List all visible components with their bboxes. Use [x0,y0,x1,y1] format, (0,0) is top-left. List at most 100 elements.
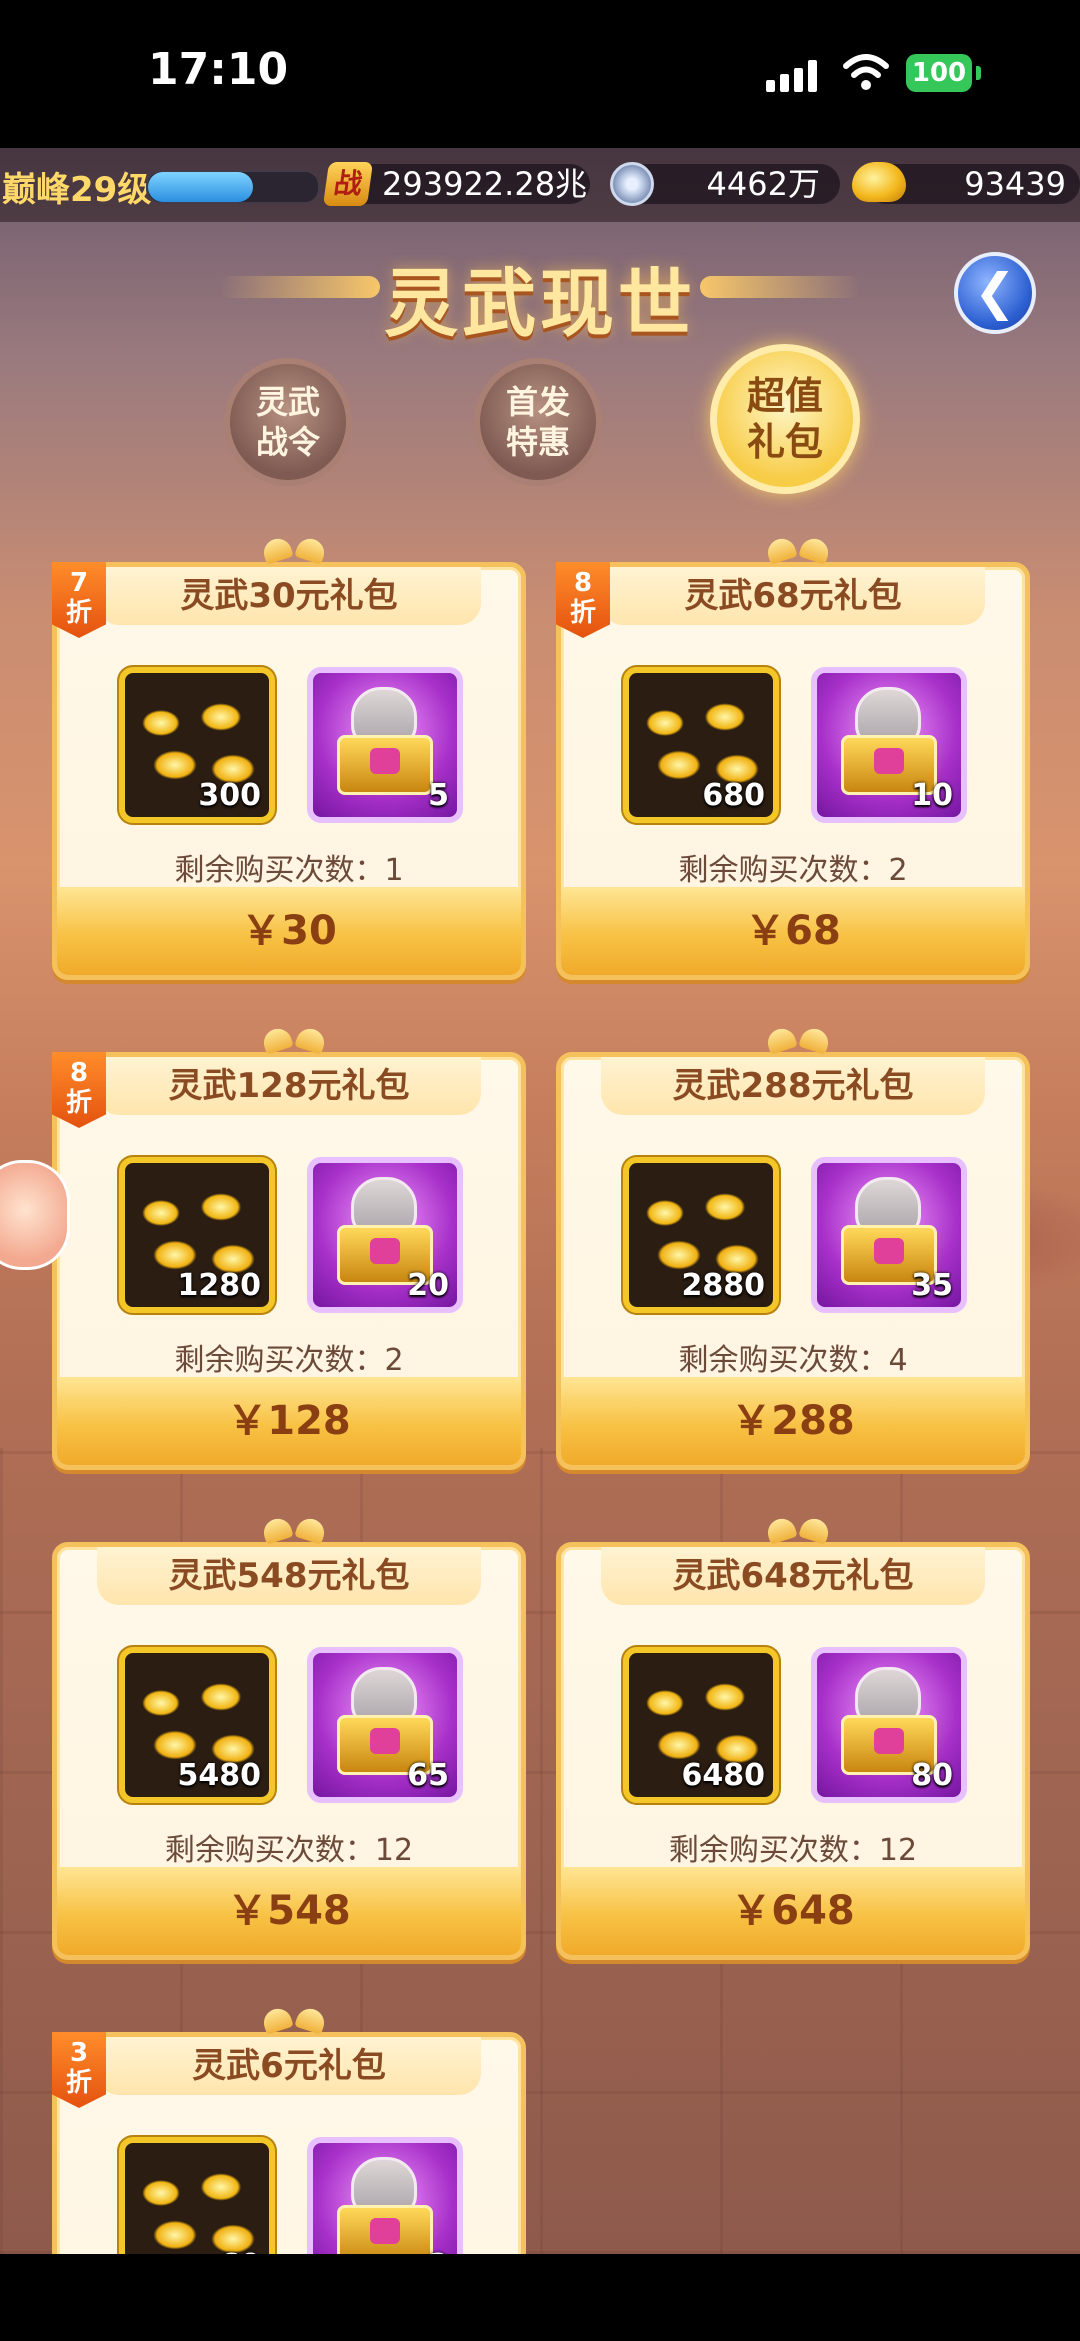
price-label: ￥68 [745,908,841,954]
pack-title: 灵武6元礼包 [192,2046,386,2086]
item-quantity: 35 [911,1268,953,1303]
pack-card[interactable]: 灵武6元礼包 3 折 60 2 [52,2032,526,2254]
top-hud: 巅峰29级 293922.28兆 战 4462万 93439 [0,148,1080,222]
card-chest-item[interactable]: 35 [811,1157,967,1313]
gold-ingot-item[interactable]: 6480 [623,1647,779,1803]
price-label: ￥548 [227,1888,351,1934]
item-quantity: 5 [428,778,449,813]
back-button[interactable]: ❮ [954,252,1036,334]
tab-first-release[interactable]: 首发 特惠 [474,358,602,486]
item-quantity: 80 [911,1758,953,1793]
battery-icon: 100 [906,54,972,92]
pack-title: 灵武288元礼包 [672,1066,914,1106]
card-chest-item[interactable]: 80 [811,1647,967,1803]
item-quantity: 1280 [177,1268,262,1303]
exp-bar [146,170,320,204]
buy-button[interactable]: ￥30 [57,887,521,975]
gold-ingot-item[interactable]: 5480 [119,1647,275,1803]
buy-button[interactable]: ￥68 [561,887,1025,975]
gold-ingot-item[interactable]: 300 [119,667,275,823]
tab-value-packs[interactable]: 超值 礼包 [710,344,860,494]
gold-ingot-item[interactable]: 2880 [623,1157,779,1313]
buy-button[interactable]: ￥648 [561,1867,1025,1955]
gold-ingot-item[interactable]: 60 [119,2137,275,2254]
exp-bar-fill [148,172,254,202]
gold-value: 93439 [964,165,1066,203]
ribbon-bow-icon [767,1023,829,1057]
page-title: 灵武现世 [384,261,696,347]
item-quantity: 65 [407,1758,449,1793]
price-label: ￥288 [731,1398,855,1444]
pack-header: 灵武548元礼包 [97,1547,481,1605]
card-chest-item[interactable]: 65 [307,1647,463,1803]
pack-card[interactable]: 灵武30元礼包 7 折 300 5 剩余购买次数：1 ￥30 [52,562,526,980]
ribbon-bow-icon [263,1023,325,1057]
pack-card[interactable]: 灵武128元礼包 8 折 1280 20 剩余购买次数：2 ￥128 [52,1052,526,1470]
price-label: ￥128 [227,1398,351,1444]
pack-header: 灵武288元礼包 [601,1057,985,1115]
item-quantity: 300 [198,778,261,813]
power-icon: 战 [322,162,374,206]
item-quantity: 20 [407,1268,449,1303]
power-pill: 293922.28兆 [340,164,590,204]
treasure-chest-icon [337,735,433,795]
pack-header: 灵武128元礼包 [97,1057,481,1115]
pack-card[interactable]: 灵武548元礼包 5480 65 剩余购买次数：12 ￥548 [52,1542,526,1960]
assistant-avatar[interactable] [0,1160,70,1270]
remaining-purchases: 剩余购买次数：12 [668,1833,918,1868]
treasure-chest-icon [337,2205,433,2254]
card-chest-item[interactable]: 20 [307,1157,463,1313]
battery-cap [976,66,981,80]
pack-card[interactable]: 灵武288元礼包 2880 35 剩余购买次数：4 ￥288 [556,1052,1030,1470]
pack-header: 灵武648元礼包 [601,1547,985,1605]
buy-button[interactable]: ￥548 [57,1867,521,1955]
remaining-purchases: 剩余购买次数：1 [174,853,404,888]
card-chest-item[interactable]: 5 [307,667,463,823]
item-quantity: 680 [702,778,765,813]
gold-ingot-item[interactable]: 1280 [119,1157,275,1313]
card-chest-item[interactable]: 10 [811,667,967,823]
remaining-purchases: 剩余购买次数：2 [174,1343,404,1378]
status-time: 17:10 [148,44,289,95]
ribbon-bow-icon [767,1513,829,1547]
wifi-icon [843,54,889,90]
remaining-purchases: 剩余购买次数：4 [678,1343,908,1378]
pack-title: 灵武68元礼包 [684,576,902,616]
silver-value: 4462万 [706,165,820,203]
item-quantity: 6480 [681,1758,766,1793]
tab-battle-pass[interactable]: 灵武 战令 [224,358,352,486]
status-bar: 17:10 100 [0,0,1080,148]
remaining-purchases: 剩余购买次数：2 [678,853,908,888]
gold-ingot-icon [852,162,906,202]
pack-header: 灵武68元礼包 [601,567,985,625]
item-quantity: 2880 [681,1268,766,1303]
price-label: ￥30 [241,908,337,954]
pack-card[interactable]: 灵武648元礼包 6480 80 剩余购买次数：12 ￥648 [556,1542,1030,1960]
card-chest-item[interactable]: 2 [307,2137,463,2254]
pack-title: 灵武648元礼包 [672,1556,914,1596]
pack-card[interactable]: 灵武68元礼包 8 折 680 10 剩余购买次数：2 ￥68 [556,562,1030,980]
ribbon-bow-icon [263,2003,325,2037]
discount-badge: 8 折 [52,1052,106,1128]
price-label: ￥648 [731,1888,855,1934]
pack-header: 灵武30元礼包 [97,567,481,625]
buy-button[interactable]: ￥288 [561,1377,1025,1465]
buy-button[interactable]: ￥128 [57,1377,521,1465]
pack-title: 灵武30元礼包 [180,576,398,616]
discount-badge: 8 折 [556,562,610,638]
discount-badge: 3 折 [52,2032,106,2108]
pack-title: 灵武128元礼包 [168,1066,410,1106]
pack-title: 灵武548元礼包 [168,1556,410,1596]
ribbon-bow-icon [263,1513,325,1547]
signal-icon [766,58,822,92]
level-label: 巅峰29级 [2,170,152,210]
ribbon-bow-icon [263,533,325,567]
back-arrow-icon: ❮ [974,263,1016,321]
game-screen: 巅峰29级 293922.28兆 战 4462万 93439 灵武现世 ❮ 灵武… [0,148,1080,2254]
gold-ingots-icon [131,2153,263,2254]
silver-pill[interactable]: 4462万 [624,164,840,204]
remaining-purchases: 剩余购买次数：12 [164,1833,414,1868]
gold-ingot-item[interactable]: 680 [623,667,779,823]
silver-coin-icon [610,162,654,206]
power-value: 293922.28兆 [382,165,588,203]
